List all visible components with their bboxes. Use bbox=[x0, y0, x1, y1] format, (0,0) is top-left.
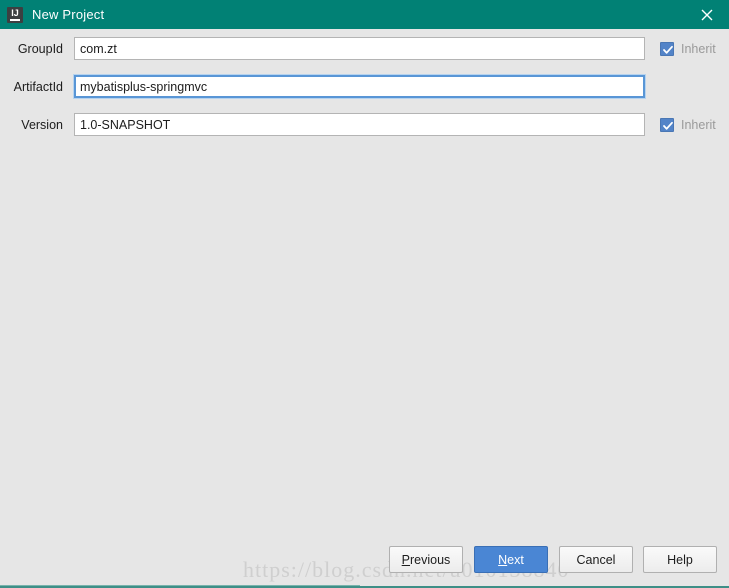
window-title: New Project bbox=[32, 7, 105, 22]
cancel-button-label: Cancel bbox=[576, 552, 616, 567]
next-button-label: Next bbox=[498, 553, 524, 567]
checkmark-icon bbox=[663, 45, 673, 54]
version-label: Version bbox=[21, 118, 63, 132]
cancel-button[interactable]: Cancel bbox=[559, 546, 633, 573]
version-input[interactable] bbox=[74, 113, 645, 136]
intellij-idea-icon: IJ bbox=[7, 6, 23, 23]
groupid-input[interactable] bbox=[74, 37, 645, 60]
groupid-inherit-checkbox[interactable] bbox=[660, 42, 674, 56]
next-button[interactable]: Next bbox=[474, 546, 548, 573]
close-button[interactable] bbox=[684, 0, 729, 29]
artifactid-label: ArtifactId bbox=[13, 80, 63, 94]
title-bar: IJ New Project bbox=[0, 0, 729, 29]
help-button-label: Help bbox=[667, 552, 693, 567]
field-row-version: Version Inherit bbox=[0, 113, 729, 143]
dialog-button-bar: Previous Next Cancel Help bbox=[0, 546, 729, 580]
version-inherit-label: Inherit bbox=[681, 118, 716, 132]
project-coordinates-form: GroupId Inherit ArtifactId Version bbox=[0, 29, 729, 143]
help-button[interactable]: Help bbox=[643, 546, 717, 573]
previous-button[interactable]: Previous bbox=[389, 546, 463, 573]
field-row-groupid: GroupId Inherit bbox=[0, 37, 729, 67]
version-inherit-group[interactable]: Inherit bbox=[660, 116, 716, 134]
close-icon bbox=[701, 9, 712, 20]
field-row-artifactid: ArtifactId bbox=[0, 75, 729, 105]
new-project-dialog: IJ New Project GroupId Inherit bbox=[0, 0, 729, 588]
app-icon-letters: IJ bbox=[11, 7, 19, 18]
groupid-inherit-label: Inherit bbox=[681, 42, 716, 56]
previous-mnemonic: P bbox=[401, 552, 411, 567]
app-icon-underline bbox=[10, 18, 20, 21]
groupid-label: GroupId bbox=[17, 42, 63, 56]
groupid-inherit-group[interactable]: Inherit bbox=[660, 40, 716, 58]
artifactid-input[interactable] bbox=[74, 75, 645, 98]
checkmark-icon bbox=[663, 121, 673, 130]
next-mnemonic: N bbox=[498, 552, 508, 567]
previous-rest: revious bbox=[410, 552, 451, 567]
next-rest: ext bbox=[507, 552, 524, 567]
previous-button-label: Previous bbox=[402, 553, 451, 567]
version-inherit-checkbox[interactable] bbox=[660, 118, 674, 132]
